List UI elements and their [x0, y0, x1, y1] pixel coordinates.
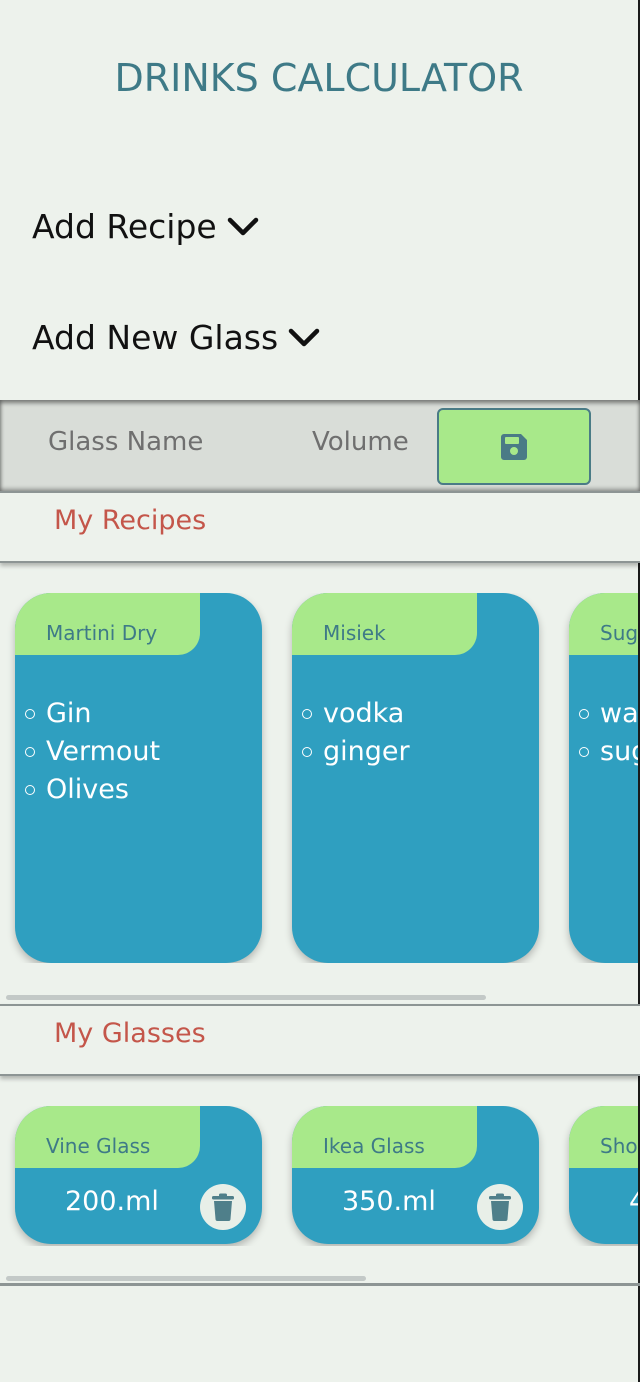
divider: [0, 1283, 640, 1286]
recipe-card[interactable]: Sug wa sug: [569, 593, 638, 963]
glass-name: Ikea Glass: [323, 1134, 425, 1158]
glass-volume-input[interactable]: [312, 422, 422, 462]
delete-glass-button[interactable]: [477, 1184, 523, 1230]
add-recipe-expander[interactable]: Add Recipe: [32, 207, 259, 246]
chevron-down-icon: [288, 328, 320, 346]
add-new-glass-expander[interactable]: Add New Glass: [32, 318, 320, 357]
recipe-card-tab: Sug: [569, 593, 638, 655]
floppy-disk-icon: [501, 433, 527, 460]
recipes-carousel[interactable]: Martini Dry Gin Vermout Olives Misiek vo…: [0, 593, 638, 963]
ingredient-item: ginger: [302, 733, 410, 771]
ingredient-item: vodka: [302, 695, 410, 733]
glasses-carousel[interactable]: Vine Glass 200.ml Ikea Glass 350.ml Sho: [0, 1106, 638, 1246]
glasses-scrollbar[interactable]: [6, 1276, 366, 1281]
glass-name: Vine Glass: [46, 1134, 151, 1158]
page-title: DRINKS CALCULATOR: [114, 56, 524, 100]
glass-name-input[interactable]: [48, 422, 278, 462]
add-new-glass-label: Add New Glass: [32, 318, 279, 357]
recipe-card-tab: Misiek: [292, 593, 477, 655]
ingredient-item: sug: [579, 733, 638, 771]
glass-name: Sho: [600, 1134, 638, 1158]
trash-icon: [489, 1193, 511, 1221]
glass-volume: 350.ml: [342, 1186, 436, 1217]
recipe-card-tab: Martini Dry: [15, 593, 200, 655]
glass-volume: 4: [629, 1186, 638, 1217]
add-recipe-label: Add Recipe: [32, 207, 217, 246]
trash-icon: [212, 1193, 234, 1221]
ingredient-item: Olives: [25, 771, 160, 809]
recipe-name: Misiek: [323, 621, 386, 645]
my-recipes-title: My Recipes: [54, 505, 207, 536]
chevron-down-icon: [227, 217, 258, 235]
glass-card-tab: Sho: [569, 1106, 638, 1168]
ingredient-item: Vermout: [25, 733, 160, 771]
recipe-card[interactable]: Misiek vodka ginger: [292, 593, 539, 963]
ingredient-list: vodka ginger: [302, 695, 410, 771]
ingredient-list: Gin Vermout Olives: [25, 695, 160, 809]
ingredient-list: wa sug: [579, 695, 638, 771]
my-recipes-header: My Recipes: [0, 491, 640, 563]
ingredient-item: wa: [579, 695, 638, 733]
glass-card-tab: Ikea Glass: [292, 1106, 477, 1168]
glass-card[interactable]: Vine Glass 200.ml: [15, 1106, 262, 1244]
ingredient-item: Gin: [25, 695, 160, 733]
recipe-name: Martini Dry: [46, 621, 158, 645]
my-glasses-header: My Glasses: [0, 1004, 640, 1076]
save-glass-button[interactable]: [437, 408, 591, 485]
recipes-scrollbar[interactable]: [6, 995, 486, 1000]
recipe-name: Sug: [600, 621, 638, 645]
recipe-card[interactable]: Martini Dry Gin Vermout Olives: [15, 593, 262, 963]
glass-card[interactable]: Sho 4: [569, 1106, 638, 1244]
glass-volume: 200.ml: [65, 1186, 159, 1217]
delete-glass-button[interactable]: [200, 1184, 246, 1230]
glass-card-tab: Vine Glass: [15, 1106, 200, 1168]
my-glasses-title: My Glasses: [54, 1018, 206, 1049]
glass-card[interactable]: Ikea Glass 350.ml: [292, 1106, 539, 1244]
